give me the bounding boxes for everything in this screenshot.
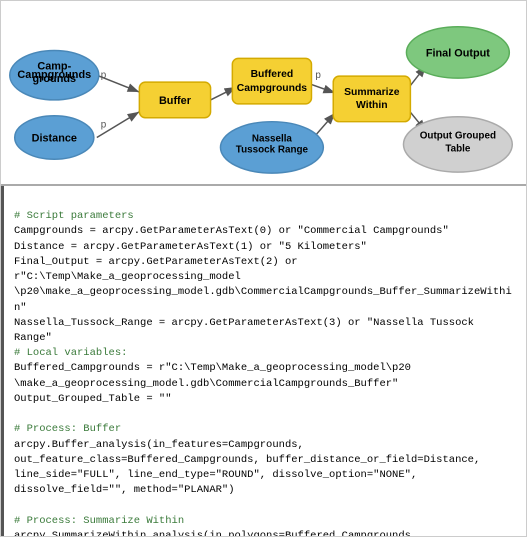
node-summarize-within-text2: Within — [356, 100, 388, 111]
diagram-area: p p p p p Campgrounds Camp- grounds Dist… — [1, 1, 526, 186]
node-nassella-text2: Tussock Range — [236, 144, 309, 155]
node-final-output-text: Final Output — [426, 47, 490, 59]
diagram-svg: p p p p p Campgrounds Camp- grounds Dist… — [1, 1, 526, 184]
node-campgrounds: Campgrounds Camp- grounds — [10, 50, 99, 99]
comment-local-vars: # Local variables: — [14, 347, 127, 359]
edge-label-p1: p — [101, 70, 107, 81]
code-buffer-analysis: arcpy.Buffer_analysis(in_features=Campgr… — [14, 439, 480, 497]
node-buffered-campgrounds: Buffered Campgrounds — [232, 58, 311, 104]
node-output-grouped-table-text1: Output Grouped — [420, 130, 496, 141]
comment-process-summarize: # Process: Summarize Within — [14, 515, 184, 527]
code-summarize-within: arcpy.SummarizeWithin_analysis(in_polygo… — [14, 530, 474, 536]
node-nassella: Nassella Tussock Range — [220, 122, 323, 173]
node-nassella-text1: Nassella — [252, 133, 293, 144]
code-output-grouped-table: Output_Grouped_Table = "" — [14, 393, 172, 405]
node-summarize-within-text1: Summarize — [344, 87, 400, 98]
node-output-grouped-table: Output Grouped Table — [403, 117, 512, 172]
node-distance: Distance — [15, 116, 94, 160]
comment-script-params: # Script parameters — [14, 210, 134, 222]
code-area: # Script parameters Campgrounds = arcpy.… — [1, 186, 526, 536]
comment-process-buffer: # Process: Buffer — [14, 423, 121, 435]
code-distance: Distance = arcpy.GetParameterAsText(1) o… — [14, 241, 367, 253]
node-buffer-text: Buffer — [159, 95, 192, 107]
edge-label-p2: p — [101, 120, 107, 131]
code-final-output: Final_Output = arcpy.GetParameterAsText(… — [14, 256, 512, 314]
node-campgrounds-text: Camp- — [37, 60, 71, 72]
edge-label-p3: p — [315, 70, 321, 81]
node-buffer: Buffer — [139, 82, 210, 118]
node-final-output: Final Output — [406, 27, 509, 78]
node-campgrounds-text2: grounds — [33, 73, 77, 85]
node-buffered-campgrounds-text2: Campgrounds — [237, 83, 308, 94]
code-nassella: Nassella_Tussock_Range = arcpy.GetParame… — [14, 317, 480, 344]
node-summarize-within: Summarize Within — [333, 76, 410, 122]
node-buffered-campgrounds-text1: Buffered — [251, 69, 294, 80]
node-distance-text: Distance — [32, 132, 77, 144]
main-container: p p p p p Campgrounds Camp- grounds Dist… — [0, 0, 527, 537]
code-campgrounds: Campgrounds = arcpy.GetParameterAsText(0… — [14, 225, 449, 237]
code-buffered-campgrounds: Buffered_Campgrounds = r"C:\Temp\Make_a_… — [14, 362, 411, 389]
node-output-grouped-table-text2: Table — [445, 143, 471, 154]
